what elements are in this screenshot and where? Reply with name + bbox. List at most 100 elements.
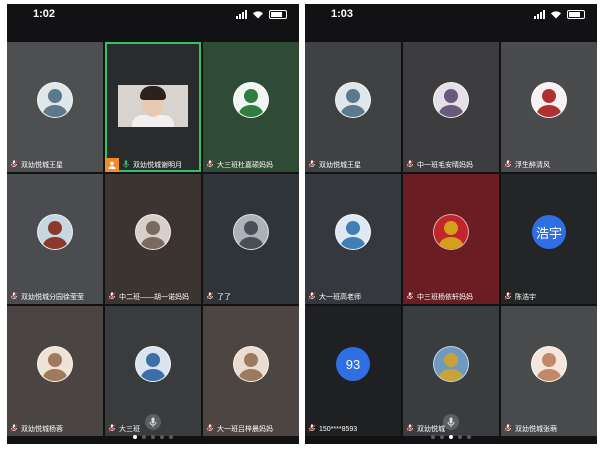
participant-tile[interactable]: 双幼悦城张萌 bbox=[501, 306, 597, 436]
mic-muted-icon bbox=[10, 292, 18, 302]
phone-screen-left: 1:02 双幼悦城王星 双幼悦城谢明月 大三班杜嘉硕妈妈双幼悦城分园徐莹莹 中二班——… bbox=[7, 4, 299, 444]
participant-name-bar: 150****8593 bbox=[305, 422, 401, 436]
participant-name: 双幼悦城王星 bbox=[21, 162, 63, 169]
avatar bbox=[433, 346, 469, 382]
participant-tile[interactable]: 中一班毛安晴妈妈 bbox=[403, 42, 499, 172]
participant-tile[interactable]: 浮生醉清风 bbox=[501, 42, 597, 172]
page-dot[interactable] bbox=[169, 435, 173, 439]
page-dot[interactable] bbox=[440, 435, 444, 439]
participant-name-bar: 双幼悦城谢明月 bbox=[105, 158, 201, 172]
participant-tile[interactable]: 93 150****8593 bbox=[305, 306, 401, 436]
participant-name: 双幼悦城分园徐莹莹 bbox=[21, 294, 84, 301]
mic-muted-icon bbox=[406, 160, 414, 170]
participant-name-bar: 双幼悦城杨蓉 bbox=[7, 422, 103, 436]
participant-tile[interactable]: 浩宇 陈浩宇 bbox=[501, 174, 597, 304]
mic-muted-icon bbox=[308, 160, 316, 170]
wifi-icon bbox=[253, 11, 263, 19]
floating-mic-button[interactable] bbox=[145, 414, 161, 430]
participant-tile[interactable]: 双幼悦城王星 bbox=[305, 42, 401, 172]
participant-name: 双幼悦城王星 bbox=[319, 162, 361, 169]
participant-tile[interactable]: 了了 bbox=[203, 174, 299, 304]
mic-muted-icon bbox=[206, 424, 214, 434]
participant-tile[interactable]: 中二班——胡一诺妈妈 bbox=[105, 174, 201, 304]
participant-name: 大一班吕梓晨妈妈 bbox=[217, 426, 273, 433]
participant-name-bar: 中三班杨依轩妈妈 bbox=[403, 290, 499, 304]
page-dot[interactable] bbox=[160, 435, 164, 439]
participant-tile[interactable]: 双幼悦城谢明月 bbox=[105, 42, 201, 172]
status-time: 1:02 bbox=[33, 8, 56, 20]
status-icons bbox=[236, 10, 287, 19]
status-time: 1:03 bbox=[331, 8, 354, 20]
battery-icon bbox=[269, 10, 287, 19]
mic-muted-icon bbox=[308, 292, 316, 302]
participant-name-bar: 双幼悦城王星 bbox=[305, 158, 401, 172]
participant-name-bar: 大三班杜嘉硕妈妈 bbox=[203, 158, 299, 172]
battery-icon bbox=[567, 10, 585, 19]
page-dot[interactable] bbox=[142, 435, 146, 439]
avatar bbox=[335, 82, 371, 118]
status-bar: 1:03 bbox=[305, 4, 597, 26]
avatar bbox=[233, 82, 269, 118]
avatar bbox=[37, 346, 73, 382]
floating-mic-button[interactable] bbox=[443, 414, 459, 430]
host-badge-icon bbox=[105, 158, 119, 172]
participant-name: 大三班 bbox=[119, 426, 140, 433]
participant-tile[interactable]: 双幼悦城分园徐莹莹 bbox=[7, 174, 103, 304]
avatar-initials: 93 bbox=[336, 347, 370, 381]
participant-name: 中一班毛安晴妈妈 bbox=[417, 162, 473, 169]
avatar bbox=[37, 82, 73, 118]
page-dot[interactable] bbox=[467, 435, 471, 439]
participant-name-bar: 浮生醉清风 bbox=[501, 158, 597, 172]
mic-muted-icon bbox=[406, 292, 414, 302]
participant-name: 150****8593 bbox=[319, 425, 358, 433]
mic-muted-icon bbox=[10, 424, 18, 434]
mic-muted-icon bbox=[504, 424, 512, 434]
mic-muted-icon bbox=[108, 424, 116, 434]
participant-grid: 双幼悦城王星 双幼悦城谢明月 大三班杜嘉硕妈妈双幼悦城分园徐莹莹 中二班——胡一诺妈妈… bbox=[7, 42, 299, 438]
avatar bbox=[433, 214, 469, 250]
participant-name-bar: 了了 bbox=[203, 290, 299, 304]
page-dot[interactable] bbox=[458, 435, 462, 439]
participant-tile[interactable]: 大一班吕梓晨妈妈 bbox=[203, 306, 299, 436]
participant-name: 大三班杜嘉硕妈妈 bbox=[217, 162, 273, 169]
participant-name: 双幼悦城谢明月 bbox=[133, 162, 182, 169]
page-dot[interactable] bbox=[449, 435, 453, 439]
participant-name: 陈浩宇 bbox=[515, 294, 536, 301]
participant-name-bar: 大一班吕梓晨妈妈 bbox=[203, 422, 299, 436]
participant-tile[interactable]: 双幼悦城杨蓉 bbox=[7, 306, 103, 436]
mic-muted-icon bbox=[10, 160, 18, 170]
participant-tile[interactable]: 大三班杜嘉硕妈妈 bbox=[203, 42, 299, 172]
page-indicator bbox=[431, 435, 471, 439]
participant-name-bar: 双幼悦城王星 bbox=[7, 158, 103, 172]
page-indicator bbox=[133, 435, 173, 439]
participant-name-bar: 双幼悦城分园徐莹莹 bbox=[7, 290, 103, 304]
participant-name: 浮生醉清风 bbox=[515, 162, 550, 169]
page-dot[interactable] bbox=[431, 435, 435, 439]
participant-name: 双幼悦城杨蓉 bbox=[21, 426, 63, 433]
participant-tile[interactable]: 双幼悦城王星 bbox=[7, 42, 103, 172]
participant-name-bar: 中二班——胡一诺妈妈 bbox=[105, 290, 201, 304]
avatar bbox=[233, 214, 269, 250]
mic-icon bbox=[149, 417, 157, 427]
participant-name-bar: 大一班高老师 bbox=[305, 290, 401, 304]
avatar bbox=[37, 214, 73, 250]
mic-muted-icon bbox=[504, 160, 512, 170]
page-dot[interactable] bbox=[151, 435, 155, 439]
participant-name: 了了 bbox=[217, 294, 231, 301]
avatar bbox=[531, 82, 567, 118]
status-icons bbox=[534, 10, 585, 19]
page-dot[interactable] bbox=[133, 435, 137, 439]
participant-tile[interactable]: 大一班高老师 bbox=[305, 174, 401, 304]
participant-tile[interactable]: 中三班杨依轩妈妈 bbox=[403, 174, 499, 304]
status-bar: 1:02 bbox=[7, 4, 299, 26]
avatar bbox=[531, 346, 567, 382]
participant-name: 大一班高老师 bbox=[319, 294, 361, 301]
signal-icon bbox=[236, 10, 247, 19]
phone-screen-right: 1:03 双幼悦城王星 中一班毛安晴妈妈 浮生醉清风大一班高老师 中三班杨依轩妈妈 浩宇… bbox=[305, 4, 597, 444]
mic-muted-icon bbox=[206, 160, 214, 170]
participant-name: 中三班杨依轩妈妈 bbox=[417, 294, 473, 301]
wifi-icon bbox=[551, 11, 561, 19]
avatar bbox=[335, 214, 371, 250]
mic-muted-icon bbox=[406, 424, 414, 434]
signal-icon bbox=[534, 10, 545, 19]
